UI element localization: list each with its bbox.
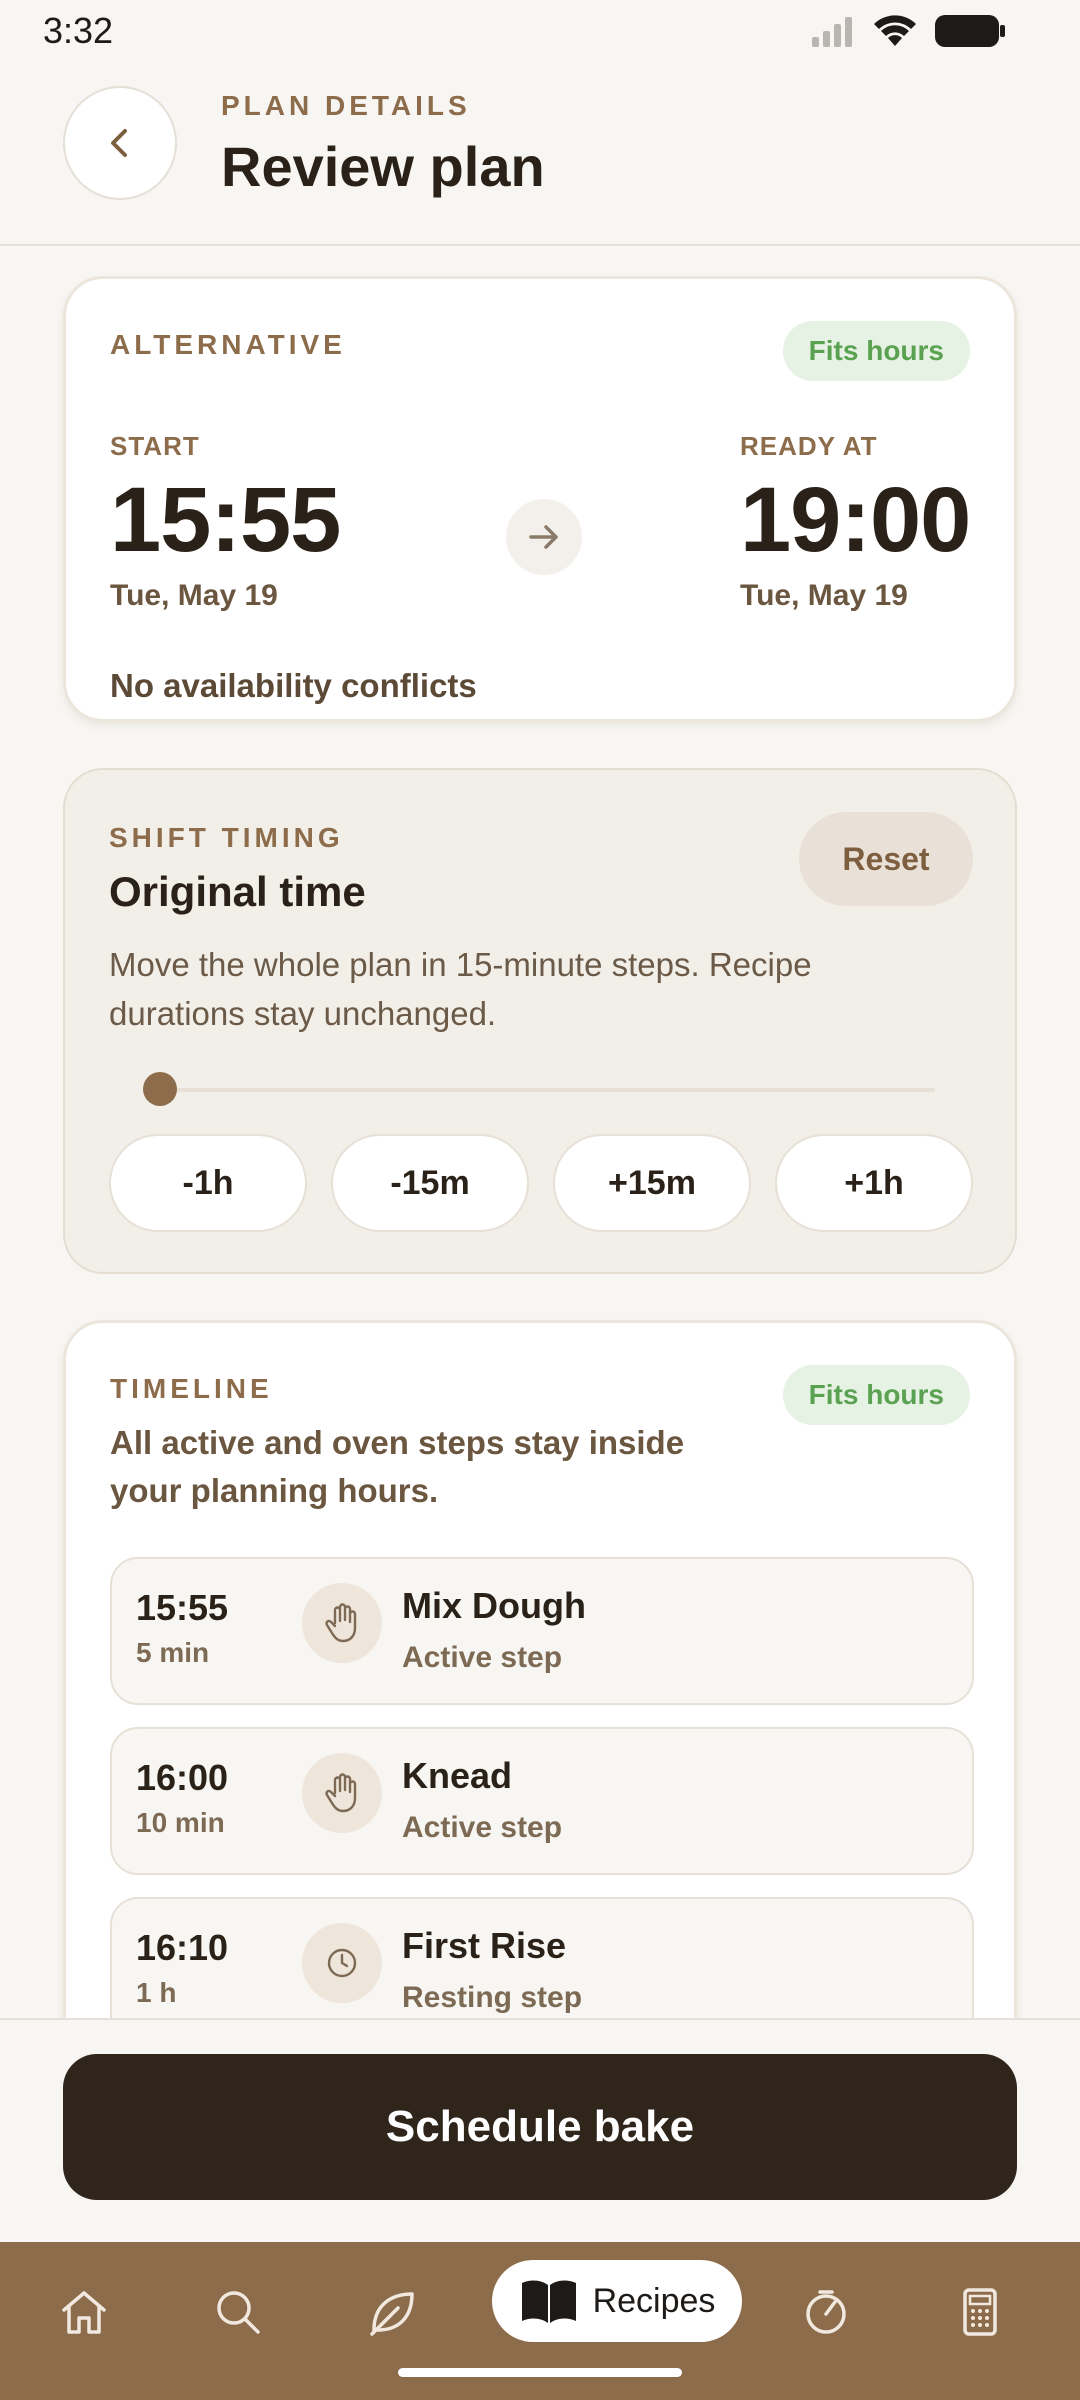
calculator-icon	[963, 2288, 997, 2336]
arrow-right-icon	[506, 499, 582, 575]
start-column: START 15:55 Tue, May 19	[110, 431, 341, 613]
shift-minus-1h-button[interactable]: -1h	[109, 1134, 307, 1232]
nav-calculator-button[interactable]	[940, 2272, 1020, 2352]
shift-slider-track[interactable]	[145, 1088, 935, 1092]
scroll-area[interactable]: ALTERNATIVE Fits hours START 15:55 Tue, …	[0, 248, 1080, 2018]
status-bar: 3:32	[0, 0, 1080, 60]
shift-timing-card: SHIFT TIMING Reset Original time Move th…	[63, 768, 1017, 1274]
step-time: 16:00	[136, 1757, 229, 1798]
start-time: 15:55	[110, 469, 341, 571]
ready-date: Tue, May 19	[740, 579, 908, 612]
back-button[interactable]	[63, 86, 177, 200]
timeline-description: All active and oven steps stay inside yo…	[110, 1424, 685, 1509]
timeline-step[interactable]: 16:10 1 h First Rise Resting step	[110, 1897, 974, 2018]
ready-label: READY AT	[740, 431, 878, 461]
home-indicator	[398, 2368, 682, 2377]
recipes-icon	[521, 2280, 576, 2323]
step-duration: 5 min	[136, 1637, 210, 1668]
battery-icon	[935, 15, 1005, 47]
shift-description: Move the whole plan in 15-minute steps. …	[109, 946, 812, 1032]
step-time: 16:10	[136, 1927, 229, 1968]
step-kind: Resting step	[402, 1981, 583, 2014]
clock-icon	[302, 1923, 382, 2003]
shift-plus-15m-button[interactable]: +15m	[553, 1134, 751, 1232]
chevron-left-icon	[111, 129, 127, 157]
timer-icon	[806, 2290, 846, 2334]
bottom-nav: Recipes	[0, 2242, 1080, 2400]
nav-timer-button[interactable]	[786, 2272, 866, 2352]
step-kind: Active step	[402, 1811, 563, 1844]
shift-title: Original time	[109, 868, 366, 915]
step-name: Knead	[402, 1755, 513, 1796]
hand-icon	[302, 1753, 382, 1833]
action-area: Schedule bake	[0, 2018, 1080, 2242]
shift-step-buttons: -1h -15m +15m +1h	[109, 1134, 973, 1232]
search-icon	[217, 2291, 260, 2334]
reset-button[interactable]: Reset	[799, 812, 973, 906]
shift-slider-thumb[interactable]	[143, 1072, 177, 1106]
timeline-card: TIMELINE Fits hours All active and oven …	[63, 1320, 1017, 2018]
step-name: Mix Dough	[402, 1585, 586, 1626]
step-kind: Active step	[402, 1641, 563, 1674]
nav-home-button[interactable]	[44, 2272, 124, 2352]
nav-leaf-button[interactable]	[352, 2272, 432, 2352]
step-name: First Rise	[402, 1925, 567, 1966]
alternative-card: ALTERNATIVE Fits hours START 15:55 Tue, …	[63, 276, 1017, 722]
timeline-eyebrow: TIMELINE	[110, 1373, 273, 1404]
hand-icon	[302, 1583, 382, 1663]
shift-eyebrow: SHIFT TIMING	[109, 822, 344, 853]
conflicts-text: No availability conflicts	[110, 667, 477, 704]
fits-hours-badge: Fits hours	[782, 321, 970, 381]
alternative-eyebrow: ALTERNATIVE	[110, 329, 346, 360]
timeline-fits-hours-badge: Fits hours	[782, 1365, 970, 1425]
schedule-bake-button[interactable]: Schedule bake	[63, 2054, 1017, 2200]
page-title: Review plan	[221, 135, 545, 198]
timeline-step[interactable]: 15:55 5 min Mix Dough Active step	[110, 1557, 974, 1705]
nav-recipes-button[interactable]: Recipes	[492, 2260, 742, 2342]
ready-time: 19:00	[740, 469, 971, 571]
home-icon	[62, 2291, 106, 2334]
shift-minus-15m-button[interactable]: -15m	[331, 1134, 529, 1232]
ready-column: READY AT 19:00 Tue, May 19	[740, 431, 971, 613]
wifi-icon	[874, 15, 916, 46]
nav-search-button[interactable]	[198, 2272, 278, 2352]
nav-recipes-label: Recipes	[592, 2281, 716, 2320]
timeline-step[interactable]: 16:00 10 min Knead Active step	[110, 1727, 974, 1875]
step-duration: 1 h	[136, 1977, 177, 2008]
signal-icon	[812, 17, 852, 47]
start-date: Tue, May 19	[110, 579, 278, 612]
header: PLAN DETAILS Review plan	[0, 60, 1080, 246]
header-eyebrow: PLAN DETAILS	[221, 90, 471, 121]
step-duration: 10 min	[136, 1807, 225, 1838]
start-label: START	[110, 431, 200, 461]
shift-plus-1h-button[interactable]: +1h	[775, 1134, 973, 1232]
status-icons	[810, 14, 1006, 48]
status-time: 3:32	[43, 10, 114, 51]
leaf-icon	[370, 2292, 414, 2336]
step-time: 15:55	[136, 1587, 229, 1628]
